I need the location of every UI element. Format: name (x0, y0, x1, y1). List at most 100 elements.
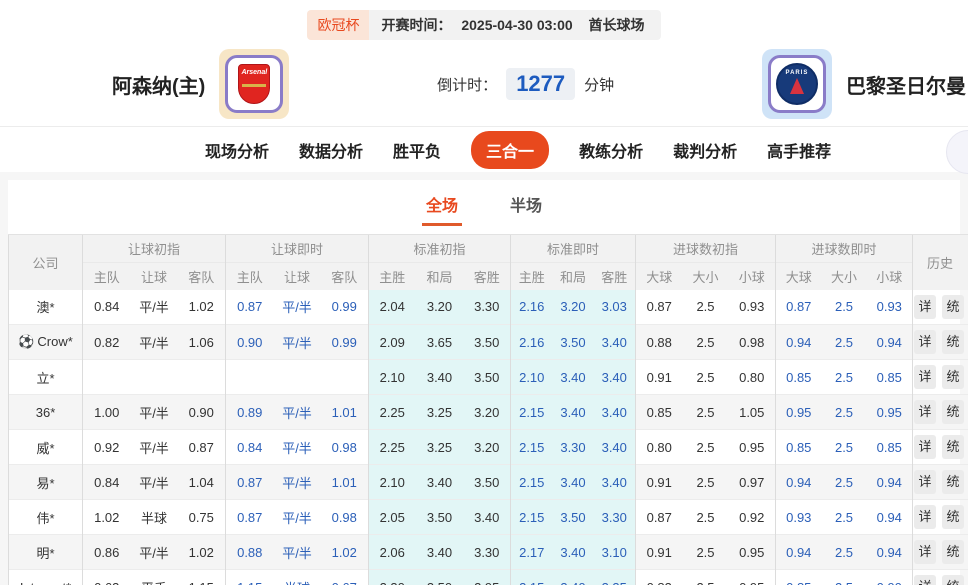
odds-cell: 平/半 (273, 534, 321, 570)
company-cell[interactable]: ⚽ Crow* (8, 324, 83, 360)
odds-cell: 0.80 (635, 429, 683, 465)
countdown-unit: 分钟 (584, 76, 615, 94)
history-cell: 详统主 (912, 359, 968, 395)
odds-cell: 0.98 (331, 509, 357, 525)
sub-header: 大球 (775, 262, 822, 290)
odds-cell: 平/半 (273, 394, 321, 430)
detail-button[interactable]: 详 (914, 575, 937, 585)
detail-button[interactable]: 详 (914, 505, 937, 529)
table-row: ⚽ Crow* 0.82 平/半 1.06 0.90 平/半 0.99 2.09 3.65 3.50… (8, 324, 968, 360)
group-header-2: 让球即时 (225, 234, 369, 263)
odds-cell: 2.95 (463, 569, 511, 585)
stats-button[interactable]: 统 (942, 400, 965, 424)
odds-cell: 3.50 (552, 499, 594, 535)
company-name: 威* (36, 440, 55, 456)
odds-cell: 0.87 (635, 289, 683, 325)
sub-header: 客队 (177, 262, 226, 290)
stats-button[interactable]: 统 (942, 294, 965, 319)
odds-cell (178, 360, 226, 395)
sub-header: 让球 (130, 262, 178, 290)
nav-tab-6[interactable]: 裁判分析 (673, 131, 737, 169)
company-cell[interactable]: 立* (8, 359, 83, 395)
nav-tab-3[interactable]: 胜平负 (393, 131, 441, 169)
detail-button[interactable]: 详 (914, 470, 937, 494)
odds-cell: 2.5 (696, 369, 715, 385)
detail-button[interactable]: 详 (914, 435, 937, 459)
nav-tab-1[interactable]: 现场分析 (205, 131, 269, 169)
floating-button[interactable] (946, 130, 968, 174)
content-area: 全场 半场 公司 让球初指 让球即时 标准初指 标准即时 进球数初指 进球数即时 历史 主队 让球客… (0, 172, 968, 585)
company-cell[interactable]: Interwet* (8, 569, 83, 585)
stats-button[interactable]: 统 (942, 505, 965, 529)
sub-header: 大小 (682, 262, 729, 290)
nav-tab-2[interactable]: 数据分析 (299, 131, 363, 169)
period-tab-1[interactable]: 全场 (421, 192, 462, 226)
sub-header: 和局 (552, 262, 594, 290)
odds-cell: 0.63 (82, 569, 131, 585)
detail-button[interactable]: 详 (914, 365, 937, 389)
company-cell[interactable]: 36* (8, 394, 83, 430)
odds-cell: 3.03 (593, 289, 636, 325)
odds-cell: 2.16 (510, 289, 553, 325)
odds-cell: 0.94 (866, 534, 913, 570)
sub-header: 主胜 (368, 262, 416, 290)
period-tab-2[interactable]: 半场 (506, 192, 546, 226)
odds-cell: 2.5 (821, 534, 867, 570)
company-cell[interactable]: 伟* (8, 499, 83, 535)
odds-cell: 1.01 (320, 464, 369, 500)
odds-cell: 0.91 (635, 534, 683, 570)
table-row: 易* 0.84 平/半 1.04 0.87 平/半 1.01 2.10 3.40 3.50 2.15… (8, 464, 968, 500)
odds-cell: 0.93 (739, 299, 765, 315)
stats-button[interactable]: 统 (942, 540, 965, 564)
odds-cell: 3.50 (415, 569, 464, 585)
odds-cell: 0.95 (739, 439, 765, 455)
nav-tab-4[interactable]: 三合一 (471, 130, 550, 169)
odds-cell: 2.5 (821, 324, 867, 360)
detail-button[interactable]: 详 (914, 540, 937, 564)
sub-header: 客胜 (593, 262, 636, 290)
nav-tab-7[interactable]: 高手推荐 (767, 131, 831, 169)
league-badge: 欧冠杯 (307, 10, 370, 40)
odds-cell: 2.15 (510, 429, 553, 465)
odds-cell: 平/半 (130, 464, 178, 500)
away-team-logo: PARIS (762, 49, 832, 119)
table-row: 明* 0.86 平/半 1.02 0.88 平/半 1.02 2.06 3.40 3.30 2.17… (8, 534, 968, 570)
odds-cell: 半球 (140, 510, 167, 526)
odds-cell: 0.94 (876, 509, 902, 525)
odds-cell: 3.30 (593, 499, 636, 535)
kickoff-label: 开赛时间： (381, 17, 452, 33)
company-cell[interactable]: 威* (8, 429, 83, 465)
company-name: Crow* (37, 334, 73, 349)
stats-button[interactable]: 统 (942, 575, 965, 585)
arsenal-crest-icon: Arsenal (225, 55, 284, 113)
table-row: 澳* 0.84 平/半 1.02 0.87 平/半 0.99 2.04 3.20 3.30 2.16… (8, 289, 968, 325)
sub-header: 主队 (82, 262, 131, 290)
company-header: 公司 (8, 234, 83, 290)
stats-button[interactable]: 统 (942, 330, 965, 354)
odds-cell: 2.5 (834, 369, 854, 385)
nav-tab-5[interactable]: 教练分析 (579, 131, 643, 169)
company-cell[interactable]: 澳* (8, 289, 83, 325)
odds-cell: 0.94 (775, 534, 822, 570)
detail-button[interactable]: 详 (914, 294, 937, 319)
odds-cell: 3.25 (415, 429, 464, 465)
teams-row: 阿森纳(主) Arsenal 倒计时： 1277 分钟 PARIS 巴黎圣日尔曼 (0, 42, 968, 126)
detail-button[interactable]: 详 (914, 330, 937, 354)
odds-cell: 2.5 (682, 324, 729, 360)
odds-cell: 0.84 (225, 429, 274, 465)
odds-cell: 平/半 (273, 464, 321, 500)
odds-cell: 0.98 (331, 439, 357, 455)
company-cell[interactable]: 明* (8, 534, 83, 570)
stats-button[interactable]: 统 (942, 365, 965, 389)
odds-card: 全场 半场 公司 让球初指 让球即时 标准初指 标准即时 进球数初指 进球数即时 历史 主队 让球客… (8, 180, 968, 585)
odds-cell: 2.15 (510, 464, 553, 500)
stats-button[interactable]: 统 (942, 435, 965, 459)
sub-header: 小球 (866, 262, 913, 290)
stats-button[interactable]: 统 (942, 470, 965, 494)
odds-cell: 3.50 (463, 324, 511, 360)
odds-cell: 1.02 (82, 499, 131, 535)
company-cell[interactable]: 易* (8, 464, 83, 500)
odds-cell: 0.94 (775, 464, 822, 500)
detail-button[interactable]: 详 (914, 400, 937, 424)
odds-cell (82, 359, 131, 395)
